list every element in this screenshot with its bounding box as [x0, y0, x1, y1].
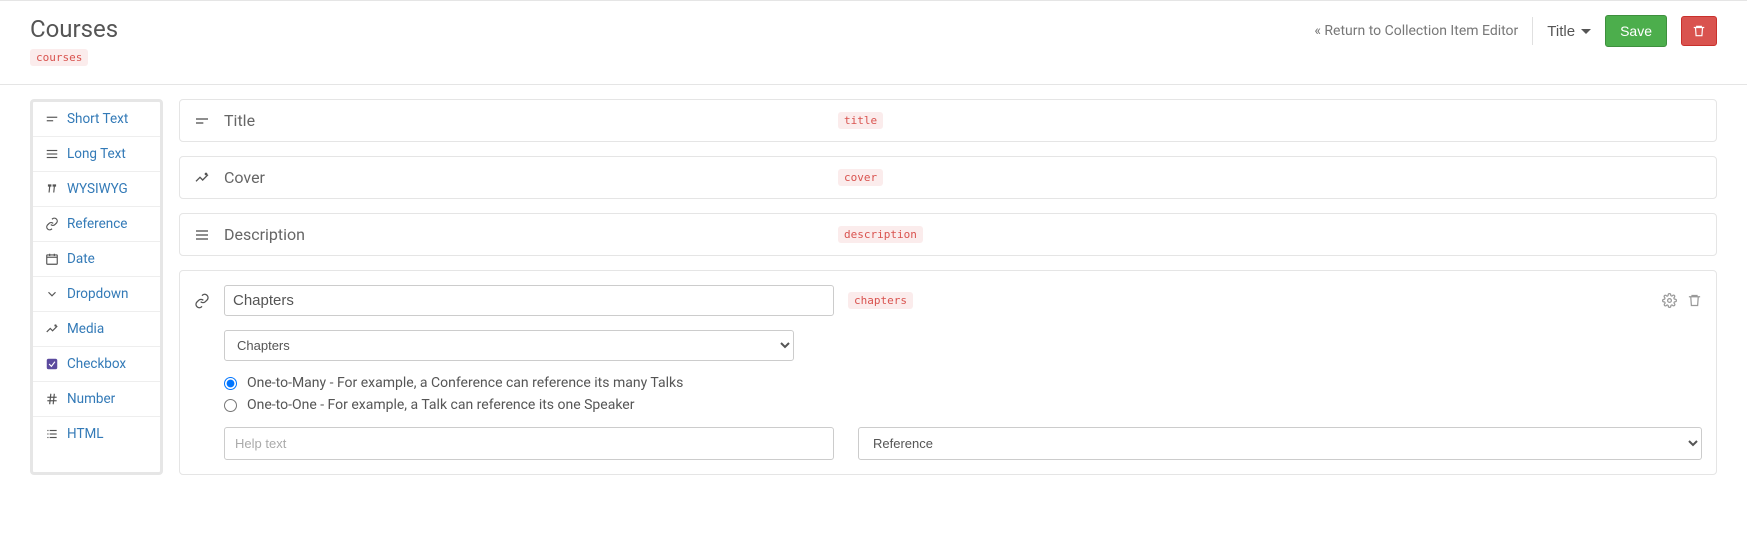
- help-text-input[interactable]: [224, 427, 834, 460]
- field-row-chapters-editing: chapters Chapters One-to-Many - For exam…: [179, 270, 1717, 475]
- return-link[interactable]: « Return to Collection Item Editor: [1314, 23, 1518, 39]
- dropdown-icon: [45, 287, 59, 301]
- relation-one-to-one[interactable]: One-to-One - For example, a Talk can ref…: [224, 397, 1702, 413]
- field-label: Title: [224, 111, 824, 130]
- trash-icon[interactable]: [1687, 293, 1702, 308]
- sidebar-item-label: Checkbox: [67, 356, 126, 372]
- wysiwyg-icon: [45, 182, 59, 196]
- sidebar-item-reference[interactable]: Reference: [33, 207, 160, 242]
- field-slug-badge: chapters: [848, 292, 913, 309]
- field-name-input[interactable]: [224, 285, 834, 316]
- sidebar-item-label: HTML: [67, 426, 104, 442]
- trash-icon: [1692, 24, 1706, 38]
- collection-slug-badge: courses: [30, 49, 88, 66]
- reference-icon: [45, 217, 59, 231]
- media-icon: [45, 322, 59, 336]
- separator: [1532, 17, 1533, 45]
- sidebar-item-label: Number: [67, 391, 115, 407]
- field-slug-badge: description: [838, 226, 923, 243]
- long-text-icon: [45, 147, 59, 161]
- save-button[interactable]: Save: [1605, 15, 1667, 47]
- number-icon: [45, 392, 59, 406]
- title-field-dropdown[interactable]: Title: [1547, 23, 1591, 40]
- reference-style-select[interactable]: Reference: [858, 427, 1702, 460]
- gear-icon[interactable]: [1662, 293, 1677, 308]
- field-label: Cover: [224, 168, 824, 187]
- sidebar-item-label: Reference: [67, 216, 127, 232]
- radio-label: One-to-Many - For example, a Conference …: [247, 375, 683, 391]
- date-icon: [45, 252, 59, 266]
- field-types-sidebar: Short Text Long Text WYSIWYG Reference D…: [30, 99, 163, 475]
- radio-input[interactable]: [224, 377, 237, 390]
- checkbox-icon: [45, 357, 59, 371]
- radio-input[interactable]: [224, 399, 237, 412]
- title-field-dropdown-label: Title: [1547, 23, 1575, 40]
- delete-button[interactable]: [1681, 16, 1717, 46]
- field-row-title[interactable]: Title title: [179, 99, 1717, 142]
- sidebar-item-checkbox[interactable]: Checkbox: [33, 347, 160, 382]
- field-slug-badge: cover: [838, 169, 883, 186]
- sidebar-item-long-text[interactable]: Long Text: [33, 137, 160, 172]
- sidebar-item-label: Long Text: [67, 146, 126, 162]
- sidebar-item-label: WYSIWYG: [67, 181, 128, 197]
- sidebar-item-label: Short Text: [67, 111, 128, 127]
- field-row-cover[interactable]: Cover cover: [179, 156, 1717, 199]
- sidebar-item-short-text[interactable]: Short Text: [33, 102, 160, 137]
- short-text-icon: [194, 113, 210, 129]
- media-icon: [194, 170, 210, 186]
- long-text-icon: [194, 227, 210, 243]
- sidebar-item-wysiwyg[interactable]: WYSIWYG: [33, 172, 160, 207]
- field-row-description[interactable]: Description description: [179, 213, 1717, 256]
- short-text-icon: [45, 112, 59, 126]
- sidebar-item-label: Dropdown: [67, 286, 129, 302]
- html-icon: [45, 427, 59, 441]
- sidebar-item-number[interactable]: Number: [33, 382, 160, 417]
- collection-select[interactable]: Chapters: [224, 330, 794, 361]
- sidebar-item-media[interactable]: Media: [33, 312, 160, 347]
- sidebar-item-dropdown[interactable]: Dropdown: [33, 277, 160, 312]
- relation-one-to-many[interactable]: One-to-Many - For example, a Conference …: [224, 375, 1702, 391]
- field-slug-badge: title: [838, 112, 883, 129]
- radio-label: One-to-One - For example, a Talk can ref…: [247, 397, 634, 413]
- sidebar-item-label: Media: [67, 321, 104, 337]
- reference-icon: [194, 293, 210, 309]
- page-title: Courses: [30, 15, 118, 43]
- caret-down-icon: [1581, 29, 1591, 34]
- field-label: Description: [224, 225, 824, 244]
- sidebar-item-date[interactable]: Date: [33, 242, 160, 277]
- sidebar-item-html[interactable]: HTML: [33, 417, 160, 451]
- sidebar-item-label: Date: [67, 251, 95, 267]
